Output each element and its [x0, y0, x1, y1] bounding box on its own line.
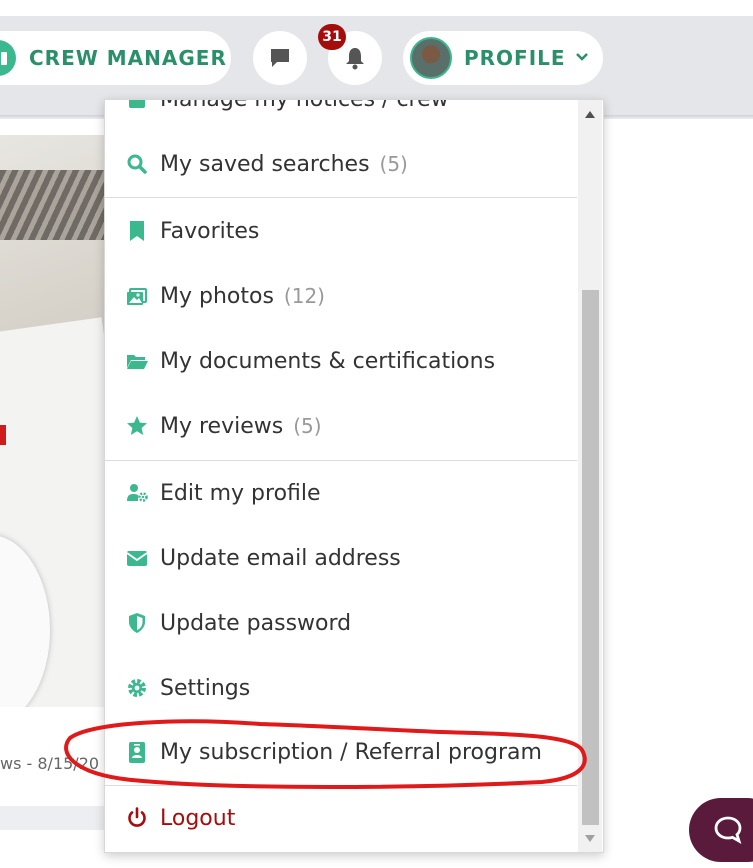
scroll-down-arrow-icon[interactable]: [578, 826, 602, 850]
folder-icon: [126, 350, 148, 372]
menu-item-label: My photos: [160, 283, 274, 309]
profile-dropdown-menu: Manage my notices / crew My saved search…: [104, 99, 604, 853]
photos-icon: [126, 285, 148, 307]
scroll-up-arrow-icon[interactable]: [578, 102, 602, 126]
menu-item-logout[interactable]: Logout: [105, 787, 579, 849]
crew-manager-label: CREW MANAGER: [29, 46, 227, 70]
menu-item-label: My documents & certifications: [160, 348, 496, 374]
menu-item-subscription[interactable]: My subscription / Referral program: [105, 721, 579, 783]
chat-bubble-icon: [714, 816, 742, 844]
notice-icon: [126, 100, 148, 110]
menu-item-label: My saved searches: [160, 151, 370, 177]
menu-item-label: Update password: [160, 610, 352, 636]
power-icon: [126, 807, 148, 829]
bookmark-icon: [126, 220, 148, 242]
chat-icon: [271, 49, 289, 67]
live-chat-button[interactable]: [689, 798, 753, 862]
divider: [105, 197, 577, 198]
reviews-count: (5): [293, 414, 322, 438]
search-icon: [126, 153, 148, 175]
card-footer: [0, 806, 110, 830]
menu-item-reviews[interactable]: My reviews (5): [105, 395, 579, 457]
menu-item-saved-searches[interactable]: My saved searches (5): [105, 133, 579, 195]
scrollbar-thumb[interactable]: [582, 290, 599, 825]
menu-item-photos[interactable]: My photos (12): [105, 265, 579, 327]
menu-item-update-email[interactable]: Update email address: [105, 527, 579, 589]
chevron-down-icon: [575, 50, 589, 66]
menu-scrollbar[interactable]: [578, 100, 602, 852]
crew-manager-button[interactable]: CREW MANAGER: [0, 31, 231, 85]
menu-item-label: Manage my notices / crew: [160, 99, 449, 112]
menu-item-label: My subscription / Referral program: [160, 739, 542, 765]
id-badge-icon: [126, 741, 148, 763]
menu-item-settings[interactable]: Settings: [105, 657, 579, 719]
avatar: [410, 37, 452, 79]
divider: [105, 785, 577, 786]
gear-icon: [126, 677, 148, 699]
menu-item-label: Edit my profile: [160, 480, 321, 506]
menu-item-edit-profile[interactable]: Edit my profile: [105, 462, 579, 524]
info-icon: [0, 40, 16, 76]
menu-item-label: Settings: [160, 675, 251, 701]
saved-searches-count: (5): [379, 152, 408, 176]
divider: [105, 460, 577, 461]
profile-menu-button[interactable]: PROFILE: [403, 31, 603, 85]
menu-item-label: Update email address: [160, 545, 401, 571]
menu-item-label: Favorites: [160, 218, 260, 244]
star-icon: [126, 415, 148, 437]
user-cog-icon: [126, 482, 148, 504]
menu-item-documents[interactable]: My documents & certifications: [105, 330, 579, 392]
messages-button[interactable]: [253, 31, 307, 85]
profile-label: PROFILE: [464, 46, 566, 70]
menu-item-manage-notices[interactable]: Manage my notices / crew: [105, 99, 579, 130]
menu-item-label: My reviews: [160, 413, 284, 439]
photos-count: (12): [283, 284, 325, 308]
notification-badge: 31: [318, 24, 346, 50]
menu-item-update-password[interactable]: Update password: [105, 592, 579, 654]
menu-item-label: Logout: [160, 805, 236, 831]
background-caption: ws - 8/15/20: [0, 754, 100, 773]
envelope-icon: [126, 547, 148, 569]
background-photo: [0, 135, 107, 707]
shield-icon: [126, 612, 148, 634]
menu-item-favorites[interactable]: Favorites: [105, 200, 579, 262]
bell-icon: [346, 48, 364, 70]
top-strip: [0, 0, 753, 16]
